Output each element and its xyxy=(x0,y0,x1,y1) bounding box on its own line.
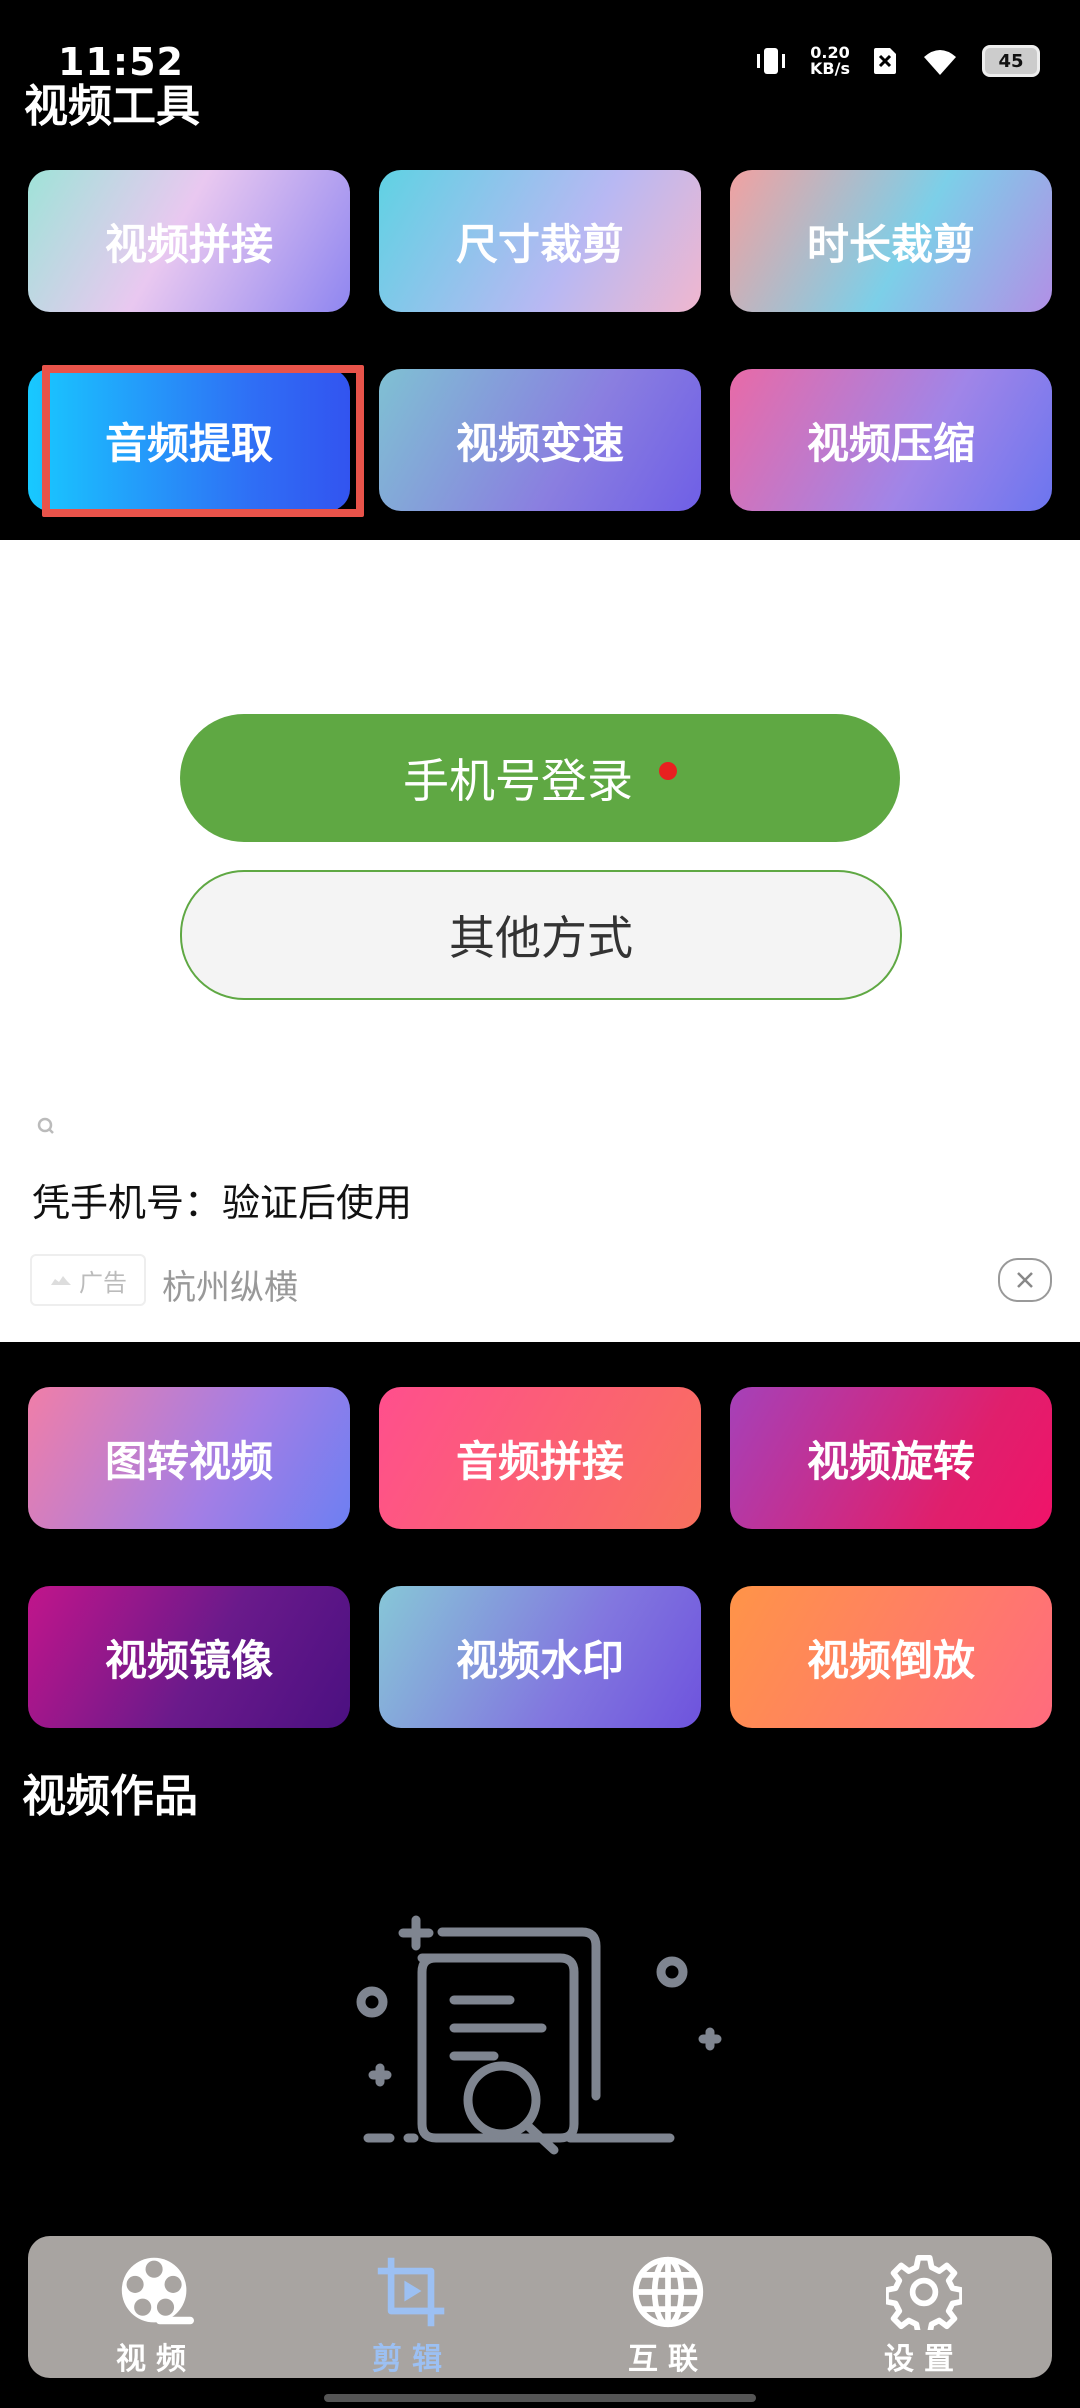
tool-video-merge[interactable]: 视频拼接 xyxy=(28,170,350,312)
close-icon xyxy=(1017,1272,1033,1288)
tab-video[interactable]: 视频 xyxy=(66,2236,246,2378)
tab-connect-label: 互联 xyxy=(628,2342,708,2377)
tab-connect[interactable]: 互联 xyxy=(578,2236,758,2378)
no-sim-icon xyxy=(874,48,896,74)
tool-video-reverse[interactable]: 视频倒放 xyxy=(730,1586,1052,1728)
net-speed-unit: KB/s xyxy=(810,59,850,78)
tool-image-to-video[interactable]: 图转视频 xyxy=(28,1387,350,1529)
tool-video-mirror[interactable]: 视频镜像 xyxy=(28,1586,350,1728)
tool-audio-extract[interactable]: 音频提取 xyxy=(28,365,364,517)
ad-title[interactable]: 凭手机号：验证后使用 xyxy=(32,1172,412,1227)
gear-icon xyxy=(886,2254,962,2330)
tab-edit[interactable]: 剪辑 xyxy=(322,2236,502,2378)
tab-video-label: 视频 xyxy=(116,2342,196,2377)
crop-play-icon xyxy=(377,2257,445,2327)
net-speed: 0.20 KB/s xyxy=(810,45,850,77)
tool-size-crop[interactable]: 尺寸裁剪 xyxy=(379,170,701,312)
tool-video-rotate[interactable]: 视频旋转 xyxy=(730,1387,1052,1529)
status-icons: 0.20 KB/s 45 xyxy=(754,44,1040,78)
home-indicator[interactable] xyxy=(324,2394,756,2402)
tool-grid-top: 视频拼接 尺寸裁剪 时长裁剪 音频提取 视频变速 视频压缩 xyxy=(28,170,1052,517)
film-reel-icon xyxy=(121,2257,194,2325)
tab-settings[interactable]: 设置 xyxy=(834,2236,1014,2378)
tool-video-compress[interactable]: 视频压缩 xyxy=(730,369,1052,511)
vibrate-icon xyxy=(757,48,786,74)
tool-video-speed[interactable]: 视频变速 xyxy=(379,369,701,511)
battery-indicator: 45 xyxy=(982,45,1040,77)
notification-dot xyxy=(659,762,677,780)
other-login-button[interactable]: 其他方式 xyxy=(180,870,902,1000)
page-title: 视频工具 xyxy=(24,81,200,132)
ad-close-button[interactable] xyxy=(998,1258,1052,1302)
tool-video-watermark[interactable]: 视频水印 xyxy=(379,1586,701,1728)
ad-badge: 广告 xyxy=(30,1254,146,1306)
bottom-tab-bar: 视频 剪辑 互联 设置 xyxy=(28,2236,1052,2378)
tool-duration-trim[interactable]: 时长裁剪 xyxy=(730,170,1052,312)
tab-settings-label: 设置 xyxy=(884,2342,964,2377)
tool-audio-extract-label: 音频提取 xyxy=(104,418,273,468)
works-section-title: 视频作品 xyxy=(22,1771,198,1822)
search-icon xyxy=(37,1117,54,1134)
status-bar: 11:52 0.20 KB/s 45 xyxy=(0,0,1080,84)
phone-login-label: 手机号登录 xyxy=(403,754,633,808)
empty-document-search-icon xyxy=(356,1915,722,2155)
globe-icon xyxy=(632,2256,704,2328)
tool-audio-merge[interactable]: 音频拼接 xyxy=(379,1387,701,1529)
ad-badge-label: 广告 xyxy=(79,1268,127,1297)
tab-edit-label: 剪辑 xyxy=(372,2342,452,2377)
wifi-icon xyxy=(924,50,956,75)
phone-login-button[interactable]: 手机号登录 xyxy=(180,714,900,842)
cloud-icon xyxy=(51,1276,71,1285)
ad-brand: 杭州纵横 xyxy=(162,1268,298,1308)
tool-grid-bottom: 图转视频 音频拼接 视频旋转 视频镜像 视频水印 视频倒放 xyxy=(28,1387,1052,1728)
